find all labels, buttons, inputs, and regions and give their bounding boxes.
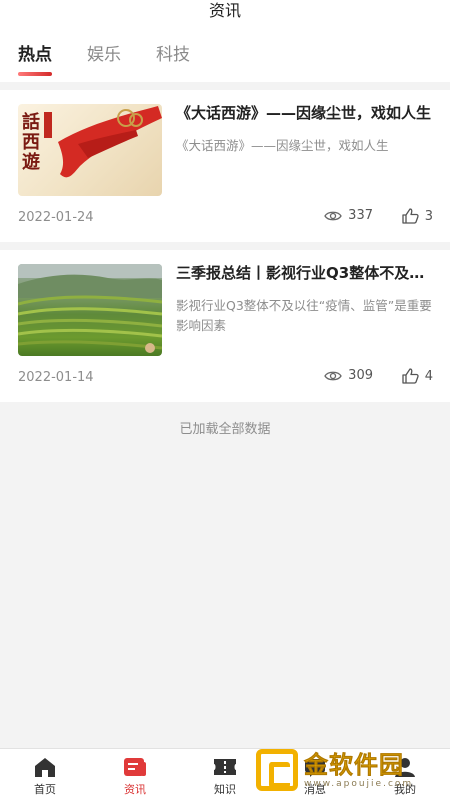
article-card[interactable]: 三季报总结丨影视行业Q3整体不及以往 影视行业Q3整体不及以往“疫情、监管”是重… [0, 250, 450, 402]
article-thumbnail [18, 264, 162, 356]
watermark: 金软件园 www.apoujie.com [256, 746, 442, 794]
like-count-value: 4 [424, 368, 433, 384]
view-count-value: 309 [348, 368, 373, 383]
article-description: 影视行业Q3整体不及以往“疫情、监管”是重要影响因素 [176, 298, 432, 333]
page-title: 资讯 [208, 1, 241, 20]
news-icon [124, 758, 146, 776]
tabbar-item-news[interactable]: 资讯 [90, 749, 180, 800]
like-count-value: 3 [424, 208, 433, 224]
view-count-value: 337 [348, 208, 373, 223]
view-count: 309 [324, 368, 373, 383]
tab-hot[interactable]: 热点 [18, 44, 52, 76]
article-card[interactable]: 話 西 遊 《大话西游》——因缘尘世，戏如人生 《大话西游》——因缘尘世，戏如人… [0, 90, 450, 242]
svg-text:西: 西 [22, 132, 40, 153]
all-loaded-notice: 已加载全部数据 [179, 422, 271, 437]
article-date: 2022-01-24 [18, 210, 94, 225]
home-icon [35, 758, 55, 777]
view-count: 337 [324, 208, 373, 223]
thumbs-up-icon [402, 368, 419, 384]
tabbar-label: 资讯 [124, 783, 146, 796]
watermark-url: www.apoujie.com [304, 779, 414, 789]
svg-text:話: 話 [22, 111, 40, 133]
like-button[interactable]: 4 [402, 368, 433, 384]
tabbar-item-home[interactable]: 首页 [0, 749, 90, 800]
eye-icon [324, 211, 342, 220]
article-description: 《大话西游》——因缘尘世，戏如人生 [176, 138, 389, 153]
article-date: 2022-01-14 [18, 370, 94, 385]
tab-entertainment[interactable]: 娱乐 [87, 44, 121, 66]
watermark-text: 金软件园 [304, 751, 404, 780]
header: 资讯 热点 娱乐 科技 [0, 0, 450, 82]
landscape-image [18, 264, 162, 353]
thumbs-up-icon [402, 208, 419, 224]
tabbar-label: 首页 [34, 783, 56, 796]
article-title[interactable]: 《大话西游》——因缘尘世，戏如人生 [176, 102, 434, 124]
category-tabs: 热点 娱乐 科技 [18, 44, 225, 76]
ticket-icon [214, 759, 236, 775]
poster-image: 話 西 遊 [22, 106, 162, 178]
svg-text:遊: 遊 [22, 151, 40, 173]
like-button[interactable]: 3 [402, 208, 433, 224]
tab-tech[interactable]: 科技 [156, 44, 190, 66]
watermark-logo-icon [256, 749, 298, 791]
tabbar-label: 知识 [214, 783, 236, 796]
article-thumbnail: 話 西 遊 [18, 104, 162, 196]
eye-icon [324, 371, 342, 380]
article-title[interactable]: 三季报总结丨影视行业Q3整体不及以往 [176, 262, 434, 284]
